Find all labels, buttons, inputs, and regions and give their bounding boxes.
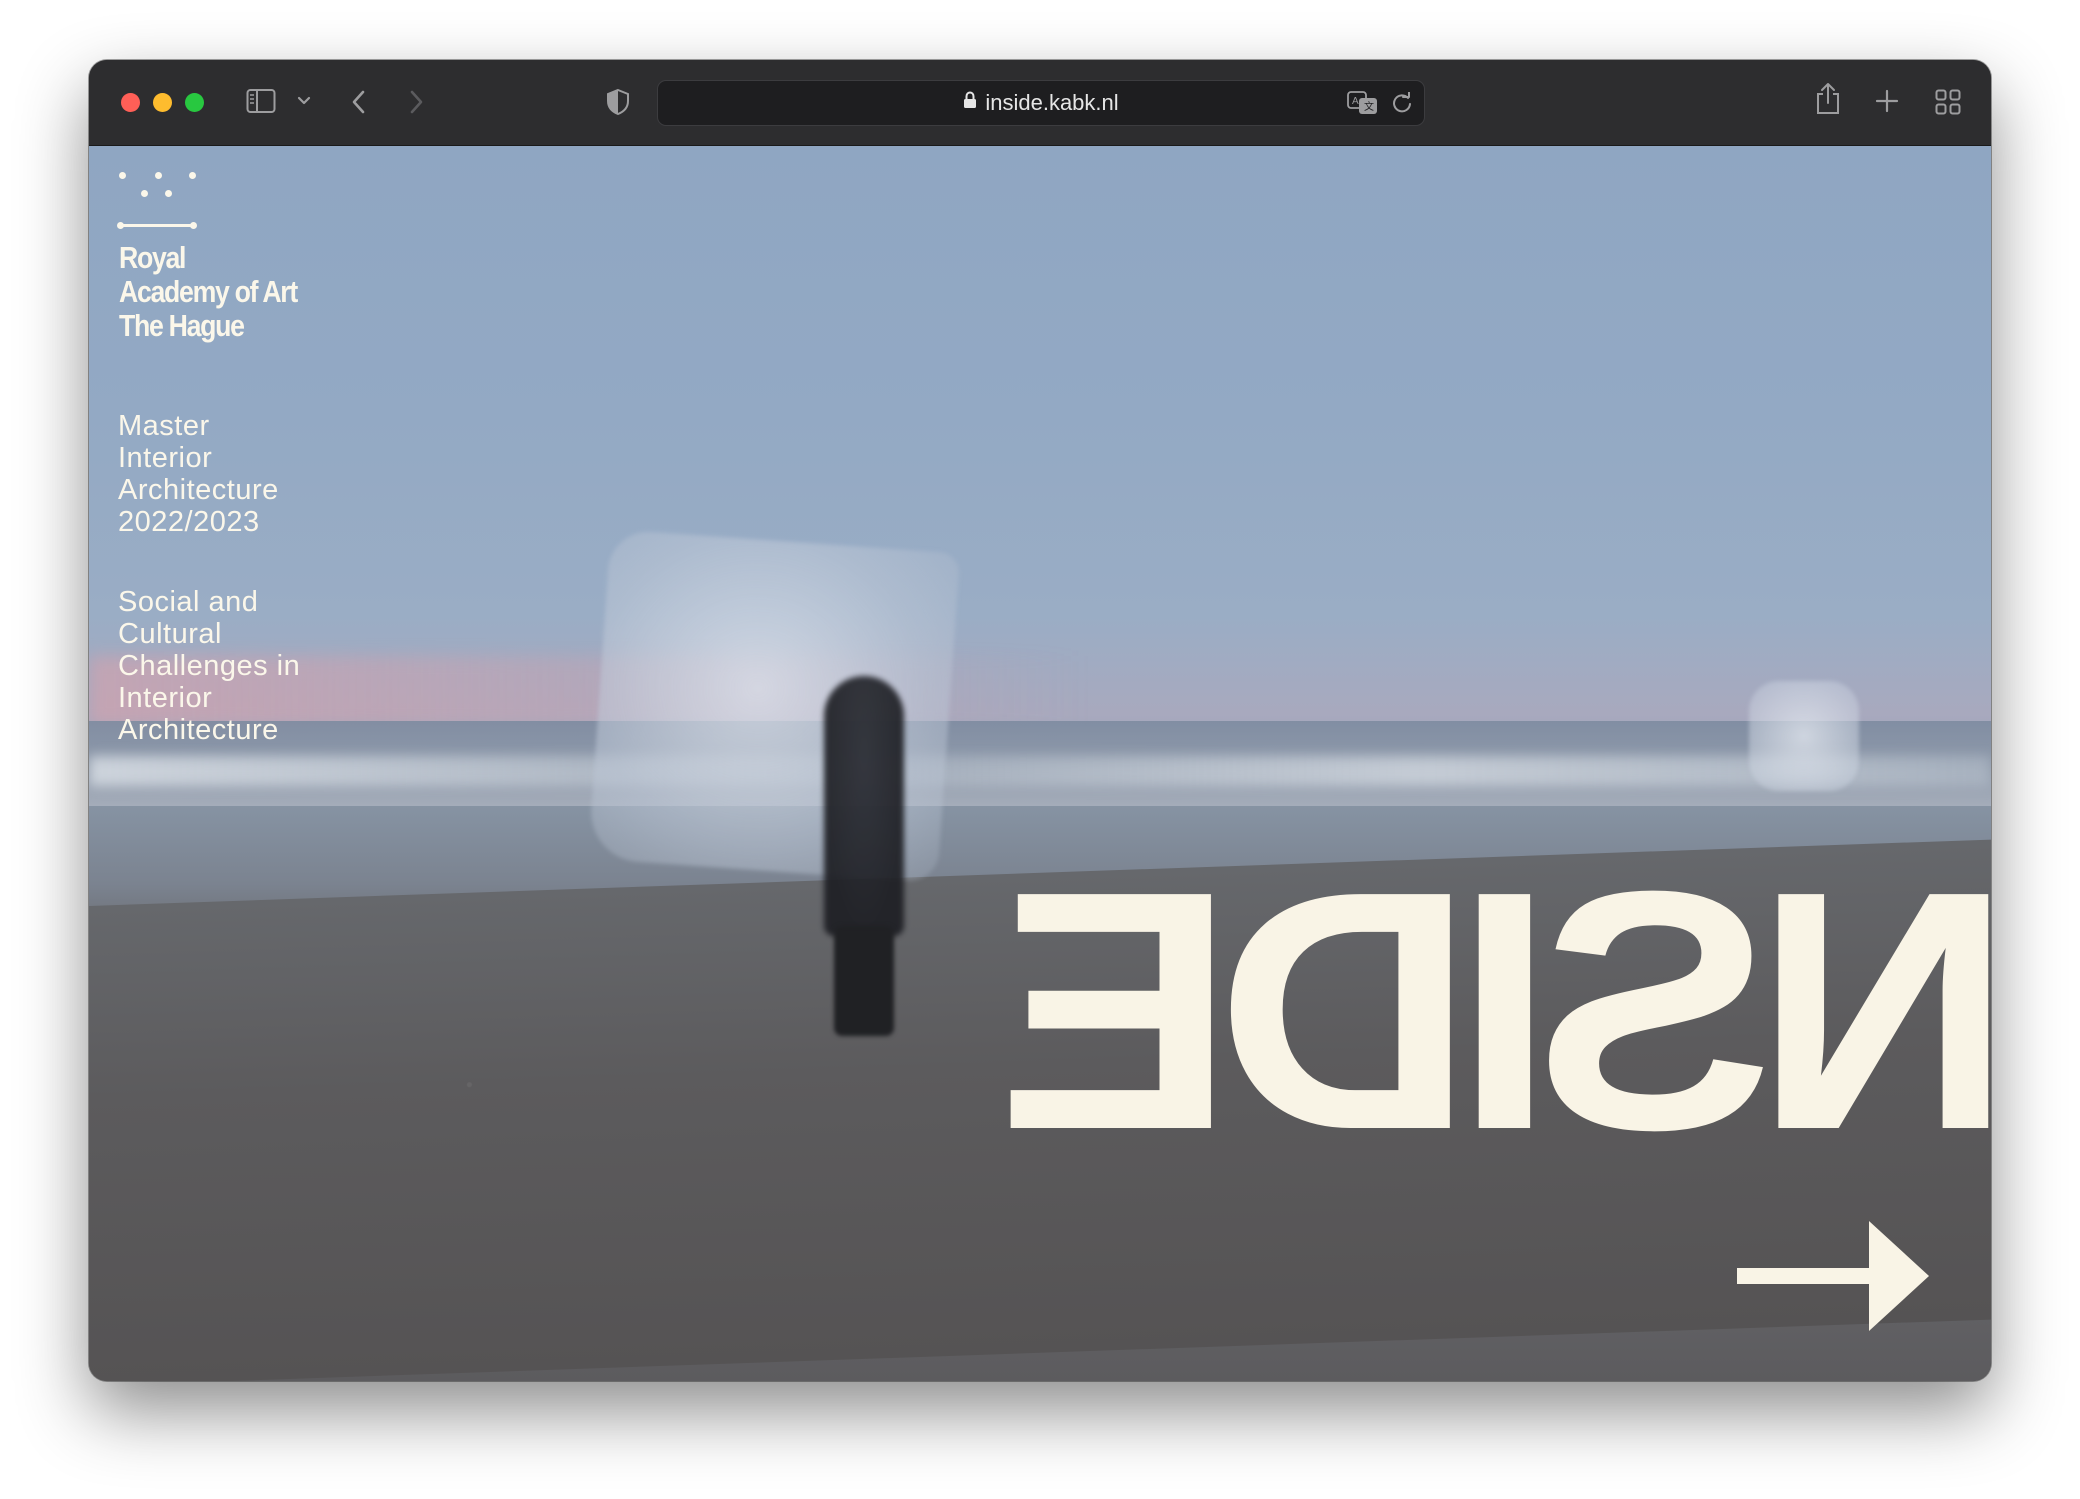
browser-toolbar: inside.kabk.nl A文 bbox=[89, 60, 1991, 146]
theme-title: Social and Cultural Challenges in Interi… bbox=[118, 586, 301, 746]
close-window-button[interactable] bbox=[121, 93, 140, 112]
hero-title-mirrored: INSIDE bbox=[1015, 821, 1991, 1201]
logo-dots-mark bbox=[119, 172, 199, 210]
forward-icon[interactable] bbox=[407, 88, 425, 116]
kabk-logo[interactable]: Royal Academy of Art The Hague bbox=[117, 172, 379, 343]
minimize-window-button[interactable] bbox=[153, 93, 172, 112]
new-tab-icon[interactable] bbox=[1875, 89, 1899, 113]
enter-arrow-button[interactable] bbox=[1733, 1221, 1933, 1331]
back-icon[interactable] bbox=[350, 88, 368, 116]
translate-icon[interactable]: A文 bbox=[1347, 91, 1379, 115]
chevron-down-icon[interactable] bbox=[297, 96, 311, 106]
browser-window: inside.kabk.nl A文 Royal Academy of Art T… bbox=[89, 60, 1991, 1381]
logo-wordmark: Royal Academy of Art The Hague bbox=[119, 240, 298, 343]
zoom-window-button[interactable] bbox=[185, 93, 204, 112]
svg-text:文: 文 bbox=[1364, 100, 1374, 113]
page-content: Royal Academy of Art The Hague Master In… bbox=[89, 146, 1991, 1381]
right-arrow-icon bbox=[1737, 1221, 1929, 1331]
svg-text:A: A bbox=[1352, 96, 1359, 107]
reload-icon[interactable] bbox=[1391, 92, 1413, 114]
url-text: inside.kabk.nl bbox=[985, 90, 1119, 115]
tab-overview-icon[interactable] bbox=[1935, 89, 1961, 115]
program-title: Master Interior Architecture 2022/2023 bbox=[118, 410, 279, 538]
lock-icon bbox=[963, 80, 977, 124]
shield-icon[interactable] bbox=[606, 88, 630, 116]
sidebar-icon[interactable] bbox=[246, 88, 276, 114]
address-bar[interactable]: inside.kabk.nl A文 bbox=[657, 80, 1425, 126]
logo-line-mark bbox=[117, 222, 197, 229]
share-icon[interactable] bbox=[1815, 82, 1841, 116]
